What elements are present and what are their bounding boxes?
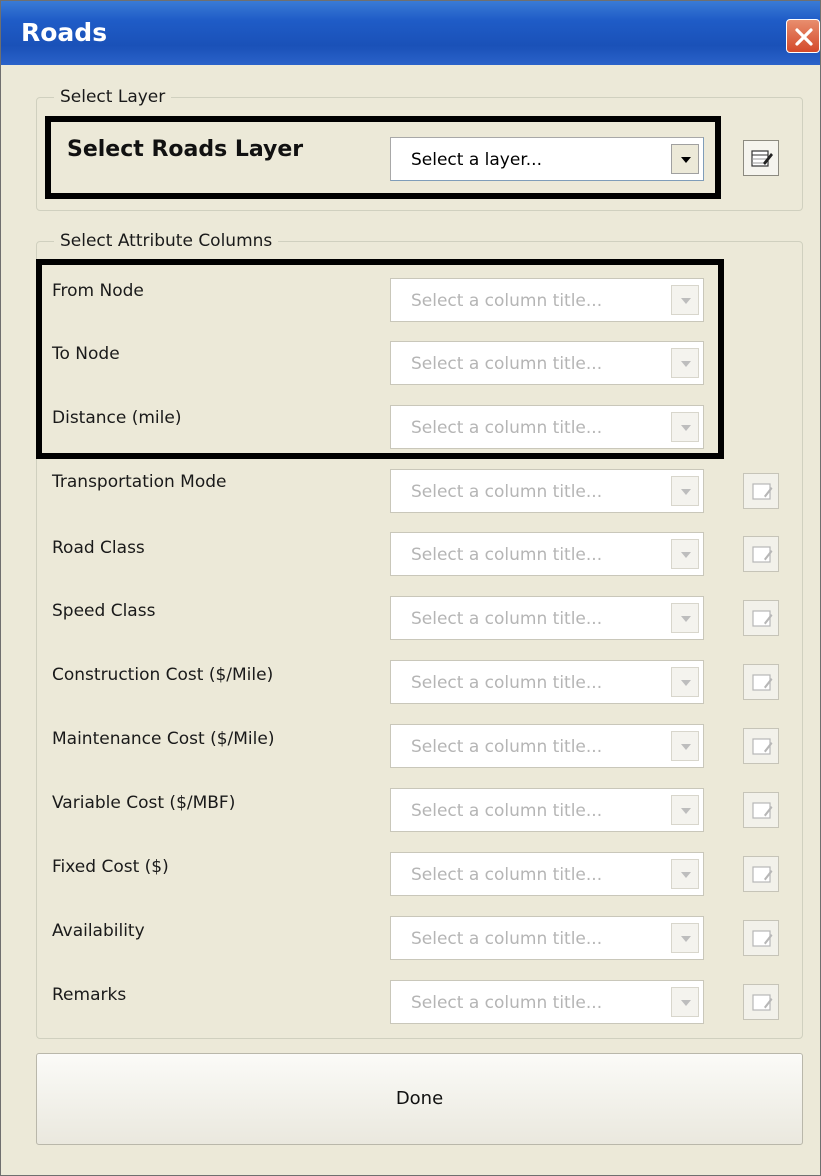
select-placeholder: Select a column title... <box>411 929 603 949</box>
road-class-edit-button[interactable] <box>743 536 779 572</box>
close-button[interactable] <box>786 19 820 53</box>
remarks-edit-button[interactable] <box>743 984 779 1020</box>
select-layer-group-label: Select Layer <box>60 87 166 107</box>
speed-class-select[interactable]: Select a column title... <box>390 596 704 640</box>
attribute-label-availability: Availability <box>52 921 145 941</box>
variable-cost-edit-button[interactable] <box>743 792 779 828</box>
edit-table-icon <box>752 930 773 947</box>
chevron-down-icon[interactable] <box>671 667 699 697</box>
select-placeholder: Select a column title... <box>411 545 603 565</box>
required-columns-highlight-box <box>36 259 724 459</box>
select-placeholder: Select a column title... <box>411 993 603 1013</box>
select-placeholder: Select a column title... <box>411 801 603 821</box>
variable-cost-select[interactable]: Select a column title... <box>390 788 704 832</box>
edit-table-icon <box>752 546 773 563</box>
speed-class-edit-button[interactable] <box>743 600 779 636</box>
edit-table-icon <box>752 610 773 627</box>
edit-table-icon <box>752 674 773 691</box>
edit-table-icon <box>752 738 773 755</box>
attribute-label-fixed-cost: Fixed Cost ($) <box>52 857 169 877</box>
fixed-cost-edit-button[interactable] <box>743 856 779 892</box>
attribute-label-transportation-mode: Transportation Mode <box>52 472 227 492</box>
attribute-label-road-class: Road Class <box>52 538 145 558</box>
select-layer-highlight-box <box>45 116 721 199</box>
roads-dialog: Roads Select Layer Select Roads Layer Se… <box>0 0 821 1176</box>
transportation-mode-edit-button[interactable] <box>743 473 779 509</box>
availability-select[interactable]: Select a column title... <box>390 916 704 960</box>
chevron-down-icon[interactable] <box>671 987 699 1017</box>
edit-table-icon <box>752 483 773 500</box>
construction-cost-edit-button[interactable] <box>743 664 779 700</box>
road-class-select[interactable]: Select a column title... <box>390 532 704 576</box>
attribute-label-speed-class: Speed Class <box>52 601 156 621</box>
chevron-down-icon[interactable] <box>671 795 699 825</box>
select-placeholder: Select a column title... <box>411 482 603 502</box>
availability-edit-button[interactable] <box>743 920 779 956</box>
select-placeholder: Select a column title... <box>411 865 603 885</box>
chevron-down-icon[interactable] <box>671 603 699 633</box>
window-title: Roads <box>21 18 108 47</box>
edit-table-icon <box>752 866 773 883</box>
select-placeholder: Select a column title... <box>411 737 603 757</box>
transportation-mode-select[interactable]: Select a column title... <box>390 469 704 513</box>
chevron-down-icon[interactable] <box>671 476 699 506</box>
attribute-columns-group-label: Select Attribute Columns <box>60 231 273 251</box>
remarks-select[interactable]: Select a column title... <box>390 980 704 1024</box>
edit-table-icon <box>752 802 773 819</box>
chevron-down-icon[interactable] <box>671 539 699 569</box>
attribute-label-remarks: Remarks <box>52 985 127 1005</box>
chevron-down-icon[interactable] <box>671 923 699 953</box>
attribute-label-construction-cost: Construction Cost ($/Mile) <box>52 665 274 685</box>
done-button[interactable]: Done <box>36 1053 803 1145</box>
construction-cost-select[interactable]: Select a column title... <box>390 660 704 704</box>
close-icon <box>795 28 813 46</box>
maintenance-cost-edit-button[interactable] <box>743 728 779 764</box>
edit-layer-button[interactable] <box>743 140 779 176</box>
chevron-down-icon[interactable] <box>671 859 699 889</box>
select-placeholder: Select a column title... <box>411 609 603 629</box>
attribute-label-maintenance-cost: Maintenance Cost ($/Mile) <box>52 729 275 749</box>
attribute-label-variable-cost: Variable Cost ($/MBF) <box>52 793 236 813</box>
maintenance-cost-select[interactable]: Select a column title... <box>390 724 704 768</box>
edit-table-icon <box>751 150 773 167</box>
select-placeholder: Select a column title... <box>411 673 603 693</box>
chevron-down-icon[interactable] <box>671 731 699 761</box>
title-bar[interactable]: Roads <box>1 1 820 65</box>
fixed-cost-select[interactable]: Select a column title... <box>390 852 704 896</box>
edit-table-icon <box>752 994 773 1011</box>
